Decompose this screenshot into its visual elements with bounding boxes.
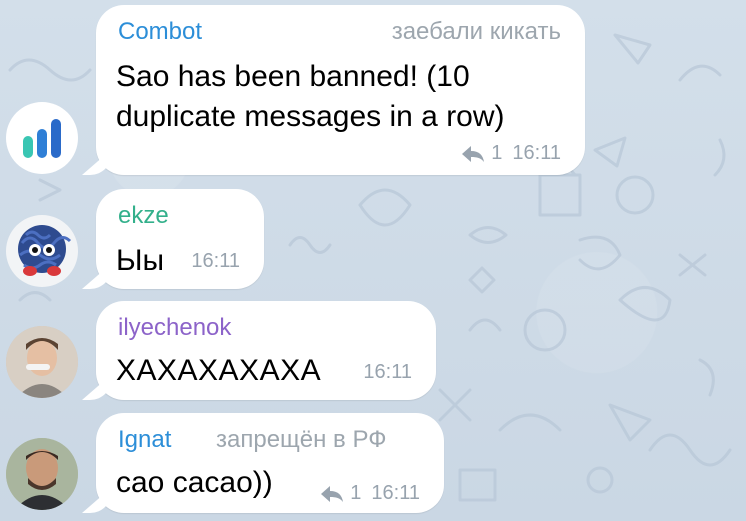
bar-chart-icon (23, 119, 61, 158)
avatar-ignat[interactable] (6, 438, 78, 510)
message-text-line: duplicate messages in a row) (116, 100, 505, 133)
sender-name[interactable]: ilyechenok (118, 313, 231, 343)
message-text: ХАХАХАХАХА (116, 354, 322, 387)
message-bubble[interactable]: Combot заебали кикать Sao has been banne… (96, 5, 585, 175)
message-ilyechenok[interactable]: ilyechenok ХАХАХАХАХА 16:11 (0, 296, 746, 406)
message-time: 16:11 (371, 482, 420, 504)
message-time: 16:11 (512, 142, 561, 164)
sender-name[interactable]: Combot (118, 17, 202, 47)
message-meta: 16:11 (363, 361, 412, 384)
message-meta: 1 16:11 (461, 142, 561, 165)
sender-tag: заебали кикать (391, 18, 561, 45)
message-text-line: Sao has been banned! (10 (116, 60, 470, 93)
reply-arrow-icon[interactable] (461, 145, 485, 163)
message-combot[interactable]: Combot заебали кикать Sao has been banne… (0, 0, 746, 180)
message-meta: 1 16:11 (320, 482, 420, 505)
message-text: Sao has been banned! (10 duplicate messa… (116, 57, 505, 137)
avatar-ekze[interactable] (6, 215, 78, 287)
message-bubble[interactable]: ekze Ыы 16:11 (96, 189, 264, 289)
message-ignat[interactable]: Ignat запрещён в РФ сао сасао)) 1 16:11 (0, 408, 746, 521)
message-time: 16:11 (191, 250, 240, 272)
reply-arrow-icon[interactable] (320, 485, 344, 503)
user-photo-icon (6, 438, 78, 510)
avatar-ilyechenok[interactable] (6, 326, 78, 398)
message-time: 16:11 (363, 361, 412, 383)
message-ekze[interactable]: ekze Ыы 16:11 (0, 185, 746, 295)
avatar-combot[interactable] (6, 102, 78, 174)
reply-count[interactable]: 1 (350, 482, 361, 505)
reply-count[interactable]: 1 (491, 142, 502, 165)
message-text: Ыы (116, 244, 165, 277)
user-photo-icon (6, 326, 78, 398)
sender-name[interactable]: ekze (118, 201, 169, 231)
sender-name[interactable]: Ignat (118, 425, 171, 455)
sender-tag: запрещён в РФ (216, 426, 387, 453)
message-bubble[interactable]: Ignat запрещён в РФ сао сасао)) 1 16:11 (96, 413, 444, 513)
tangled-monster-icon (18, 225, 72, 276)
message-bubble[interactable]: ilyechenok ХАХАХАХАХА 16:11 (96, 301, 436, 400)
message-text: сао сасао)) (116, 466, 273, 499)
message-meta: 16:11 (191, 250, 240, 273)
